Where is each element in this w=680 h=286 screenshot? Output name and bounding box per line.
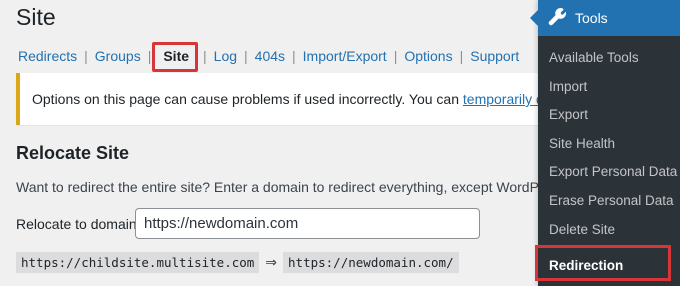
source-url: https://childsite.multisite.com: [16, 251, 260, 273]
submenu-delete-site[interactable]: Delete Site: [538, 216, 680, 245]
nav-separator: |: [84, 48, 88, 64]
highlight-box-site: Site: [152, 41, 199, 72]
submenu-site-health[interactable]: Site Health: [538, 130, 680, 159]
submenu-export-personal-data[interactable]: Export Personal Data: [538, 158, 680, 187]
notice-message: Options on this page can cause problems …: [32, 91, 596, 107]
nav-support[interactable]: Support: [470, 48, 519, 64]
nav-separator: |: [147, 48, 152, 64]
relocate-domain-input[interactable]: [135, 208, 480, 239]
redirect-arrow-icon: ⇒: [265, 253, 278, 270]
nav-separator: |: [203, 48, 207, 64]
nav-import-export[interactable]: Import/Export: [303, 48, 387, 64]
submenu-import[interactable]: Import: [538, 73, 680, 102]
submenu-erase-personal-data[interactable]: Erase Personal Data: [538, 187, 680, 216]
wrench-icon: [547, 7, 575, 30]
tools-submenu: Available Tools Import Export Site Healt…: [535, 44, 680, 282]
menu-pointer: [530, 10, 538, 26]
nav-options[interactable]: Options: [404, 48, 452, 64]
relocate-description: Want to redirect the entire site? Enter …: [16, 179, 592, 195]
nav-separator: |: [292, 48, 296, 64]
subsubsub-nav: Redirects | Groups | Site | Log | 404s |…: [18, 41, 519, 72]
target-url: https://newdomain.com/: [283, 251, 459, 273]
menu-tools[interactable]: Tools: [538, 0, 680, 36]
relocate-heading: Relocate Site: [16, 143, 130, 163]
nav-site-current[interactable]: Site: [163, 48, 189, 64]
submenu-export[interactable]: Export: [538, 101, 680, 130]
submenu-redirection[interactable]: Redirection: [535, 245, 671, 282]
nav-log[interactable]: Log: [214, 48, 237, 64]
menu-tools-label: Tools: [575, 10, 608, 26]
relocate-label: Relocate to domain:: [16, 216, 141, 232]
nav-separator: |: [244, 48, 248, 64]
submenu-available-tools[interactable]: Available Tools: [538, 44, 680, 73]
admin-menu-flyout: Tools Available Tools Import Export Site…: [530, 0, 680, 286]
nav-404s[interactable]: 404s: [255, 48, 285, 64]
nav-redirects[interactable]: Redirects: [18, 48, 77, 64]
nav-separator: |: [393, 48, 398, 64]
page-title: Site: [16, 4, 56, 30]
nav-separator: |: [459, 48, 464, 64]
nav-groups[interactable]: Groups: [95, 48, 141, 64]
relocate-preview: https://childsite.multisite.com ⇒ https:…: [16, 251, 459, 273]
notice-text: Options on this page can cause problems …: [32, 91, 463, 107]
